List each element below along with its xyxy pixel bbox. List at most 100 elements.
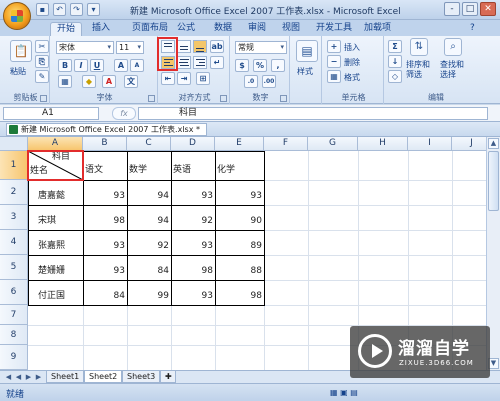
score-cell[interactable]: 84	[83, 291, 127, 302]
italic-button[interactable]: I	[74, 59, 88, 72]
decrease-decimal-icon[interactable]: .00	[262, 75, 276, 88]
customize-icon[interactable]: ▾	[87, 3, 100, 16]
wrap-text-icon[interactable]: ↵	[210, 56, 224, 69]
view-buttons[interactable]: ▦ ▣ ▤	[330, 388, 358, 397]
align-right-icon[interactable]	[193, 56, 207, 69]
insert-function-button[interactable]: fx	[112, 107, 136, 120]
score-cell[interactable]: 98	[215, 291, 264, 302]
row-header[interactable]: 6	[0, 280, 28, 305]
formula-input[interactable]: 科目	[138, 107, 488, 120]
styles-icon[interactable]: ▤	[296, 40, 318, 62]
score-cell[interactable]: 98	[83, 216, 127, 227]
scroll-thumb[interactable]	[488, 151, 499, 211]
tab-developer[interactable]: 开发工具	[310, 22, 358, 36]
row-header[interactable]: 2	[0, 180, 28, 205]
decrease-indent-icon[interactable]: ⇤	[161, 72, 175, 85]
shrink-font-button[interactable]: A	[130, 59, 144, 72]
minimize-button[interactable]: -	[444, 2, 460, 16]
increase-indent-icon[interactable]: ⇥	[177, 72, 191, 85]
tab-page-layout[interactable]: 页面布局	[126, 22, 174, 36]
column-header[interactable]: A	[28, 137, 83, 151]
cut-icon[interactable]: ✂	[35, 40, 49, 53]
name-box[interactable]: A1	[3, 107, 99, 120]
fill-color-icon[interactable]: ◆	[82, 75, 96, 88]
column-header[interactable]: F	[264, 137, 308, 151]
close-button[interactable]: ✕	[480, 2, 496, 16]
sheet-tab-active[interactable]: Sheet2	[84, 371, 123, 383]
tab-data[interactable]: 数据	[208, 22, 238, 36]
font-launcher-icon[interactable]	[148, 95, 155, 102]
sort-filter-icon[interactable]: ⇅	[410, 38, 428, 56]
column-header[interactable]: G	[308, 137, 358, 151]
student-name[interactable]: 付正国	[38, 291, 65, 302]
column-header[interactable]: B	[83, 137, 127, 151]
row-header[interactable]: 9	[0, 345, 28, 370]
currency-button[interactable]: $	[235, 59, 249, 72]
column-header[interactable]: I	[408, 137, 452, 151]
score-cell[interactable]: 90	[215, 216, 264, 227]
score-cell[interactable]: 88	[215, 266, 264, 277]
score-cell[interactable]: 99	[127, 291, 171, 302]
format-cells-button[interactable]: 格式	[344, 72, 360, 83]
phonetic-button[interactable]: 文	[124, 75, 138, 88]
row-header[interactable]: 3	[0, 205, 28, 230]
grow-font-button[interactable]: A	[114, 59, 128, 72]
row-header[interactable]: 5	[0, 255, 28, 280]
student-name[interactable]: 宋琪	[38, 216, 56, 227]
next-sheet-icon[interactable]: ▶	[24, 372, 33, 382]
comma-button[interactable]: ,	[271, 59, 285, 72]
row-header[interactable]: 7	[0, 305, 28, 325]
tab-home[interactable]: 开始	[50, 22, 83, 36]
number-format-select[interactable]: 常规	[235, 41, 287, 54]
delete-cells-icon[interactable]: −	[327, 55, 341, 68]
merge-center-icon[interactable]: ⊞	[196, 72, 210, 85]
autosum-button[interactable]: Σ	[388, 40, 402, 53]
percent-button[interactable]: %	[253, 59, 267, 72]
underline-button[interactable]: U	[90, 59, 104, 72]
office-button[interactable]	[3, 2, 31, 30]
save-icon[interactable]: ▪	[36, 3, 49, 16]
help-icon[interactable]: ?	[470, 22, 475, 36]
subject-header[interactable]: 语文	[85, 165, 103, 176]
undo-icon[interactable]: ↶	[53, 3, 66, 16]
sheet-tab[interactable]: Sheet3	[122, 371, 161, 383]
first-sheet-icon[interactable]: ◀	[4, 372, 13, 382]
paste-button[interactable]: 粘贴	[10, 66, 26, 77]
align-bottom-icon[interactable]	[193, 40, 207, 53]
column-header[interactable]: E	[215, 137, 264, 151]
alignment-launcher-icon[interactable]	[220, 95, 227, 102]
column-header[interactable]: J	[452, 137, 486, 151]
row-header[interactable]: 4	[0, 230, 28, 255]
tab-review[interactable]: 审阅	[242, 22, 272, 36]
prev-sheet-icon[interactable]: ◀	[14, 372, 23, 382]
score-cell[interactable]: 93	[215, 191, 264, 202]
tab-formulas[interactable]: 公式	[171, 22, 201, 36]
clipboard-launcher-icon[interactable]	[40, 95, 47, 102]
borders-icon[interactable]: ▦	[58, 75, 72, 88]
score-cell[interactable]: 92	[127, 241, 171, 252]
fill-icon[interactable]: ↓	[388, 55, 402, 68]
score-cell[interactable]: 89	[215, 241, 264, 252]
score-cell[interactable]: 98	[171, 266, 215, 277]
tab-addins[interactable]: 加载项	[358, 22, 397, 36]
column-header[interactable]: C	[127, 137, 171, 151]
clear-icon[interactable]: ◇	[388, 70, 402, 83]
score-cell[interactable]: 84	[127, 266, 171, 277]
orientation-icon[interactable]: ab	[210, 40, 224, 53]
insert-sheet-icon[interactable]: ✚	[160, 371, 176, 383]
score-cell[interactable]: 92	[171, 216, 215, 227]
font-size-select[interactable]: 11	[116, 41, 144, 54]
bold-button[interactable]: B	[58, 59, 72, 72]
student-name[interactable]: 唐嘉懿	[38, 191, 65, 202]
subject-header[interactable]: 化学	[217, 165, 235, 176]
score-cell[interactable]: 94	[127, 216, 171, 227]
tab-view[interactable]: 视图	[276, 22, 306, 36]
paste-icon[interactable]: 📋	[10, 40, 32, 62]
find-select-button[interactable]: 查找和 选择	[440, 60, 464, 80]
find-select-icon[interactable]: ⌕	[444, 38, 462, 56]
delete-cells-button[interactable]: 删除	[344, 57, 360, 68]
row-header[interactable]: 1	[0, 151, 28, 180]
format-cells-icon[interactable]: ▦	[327, 70, 341, 83]
student-name[interactable]: 楚姗姗	[38, 266, 65, 277]
score-cell[interactable]: 93	[171, 241, 215, 252]
